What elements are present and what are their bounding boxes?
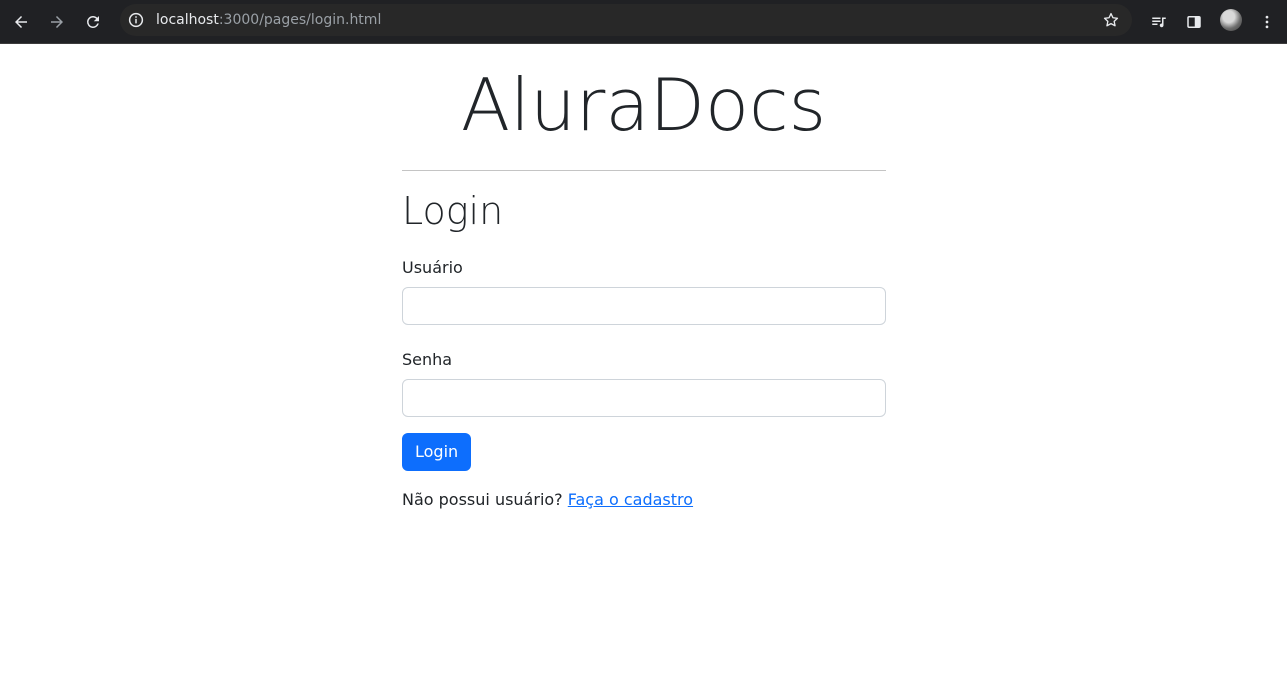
side-panel-button[interactable] <box>1179 7 1209 37</box>
arrow-left-icon <box>15 16 27 28</box>
signup-link[interactable]: Faça o cadastro <box>568 490 693 509</box>
avatar[interactable] <box>1220 9 1242 31</box>
kebab-menu-icon <box>1265 15 1269 29</box>
username-label: Usuário <box>402 258 463 277</box>
username-input[interactable] <box>402 287 886 325</box>
page-title: Login <box>402 189 504 233</box>
star-icon[interactable] <box>1102 11 1120 29</box>
signup-prompt: Não possui usuário? <box>402 490 563 509</box>
url-host: localhost <box>156 12 219 28</box>
address-bar[interactable]: localhost:3000/pages/login.html <box>120 4 1132 36</box>
arrow-right-icon <box>51 16 63 28</box>
reload-button[interactable] <box>78 7 108 37</box>
media-control-button[interactable] <box>1144 7 1174 37</box>
media-control-icon <box>1152 17 1166 28</box>
forward-button[interactable] <box>42 7 72 37</box>
reload-icon <box>87 16 99 28</box>
login-form: Login Usuário Senha Login Não possui usu… <box>402 170 886 511</box>
login-button[interactable]: Login <box>402 433 472 471</box>
signup-row: Não possui usuário? Faça o cadastro <box>402 489 886 511</box>
password-label: Senha <box>402 350 453 369</box>
url-path: :3000/pages/login.html <box>218 12 382 28</box>
browser-toolbar: localhost:3000/pages/login.html <box>0 0 1287 44</box>
divider <box>402 170 886 171</box>
page-viewport: AluraDocs Login Usuário Senha Login Não … <box>0 44 1287 698</box>
back-button[interactable] <box>6 7 36 37</box>
brand-title: AluraDocs <box>460 63 827 147</box>
url-text: localhost:3000/pages/login.html <box>156 11 381 29</box>
side-panel-icon <box>1187 16 1201 28</box>
info-icon[interactable] <box>127 11 145 29</box>
password-input[interactable] <box>402 379 886 417</box>
browser-menu-button[interactable] <box>1252 7 1282 37</box>
